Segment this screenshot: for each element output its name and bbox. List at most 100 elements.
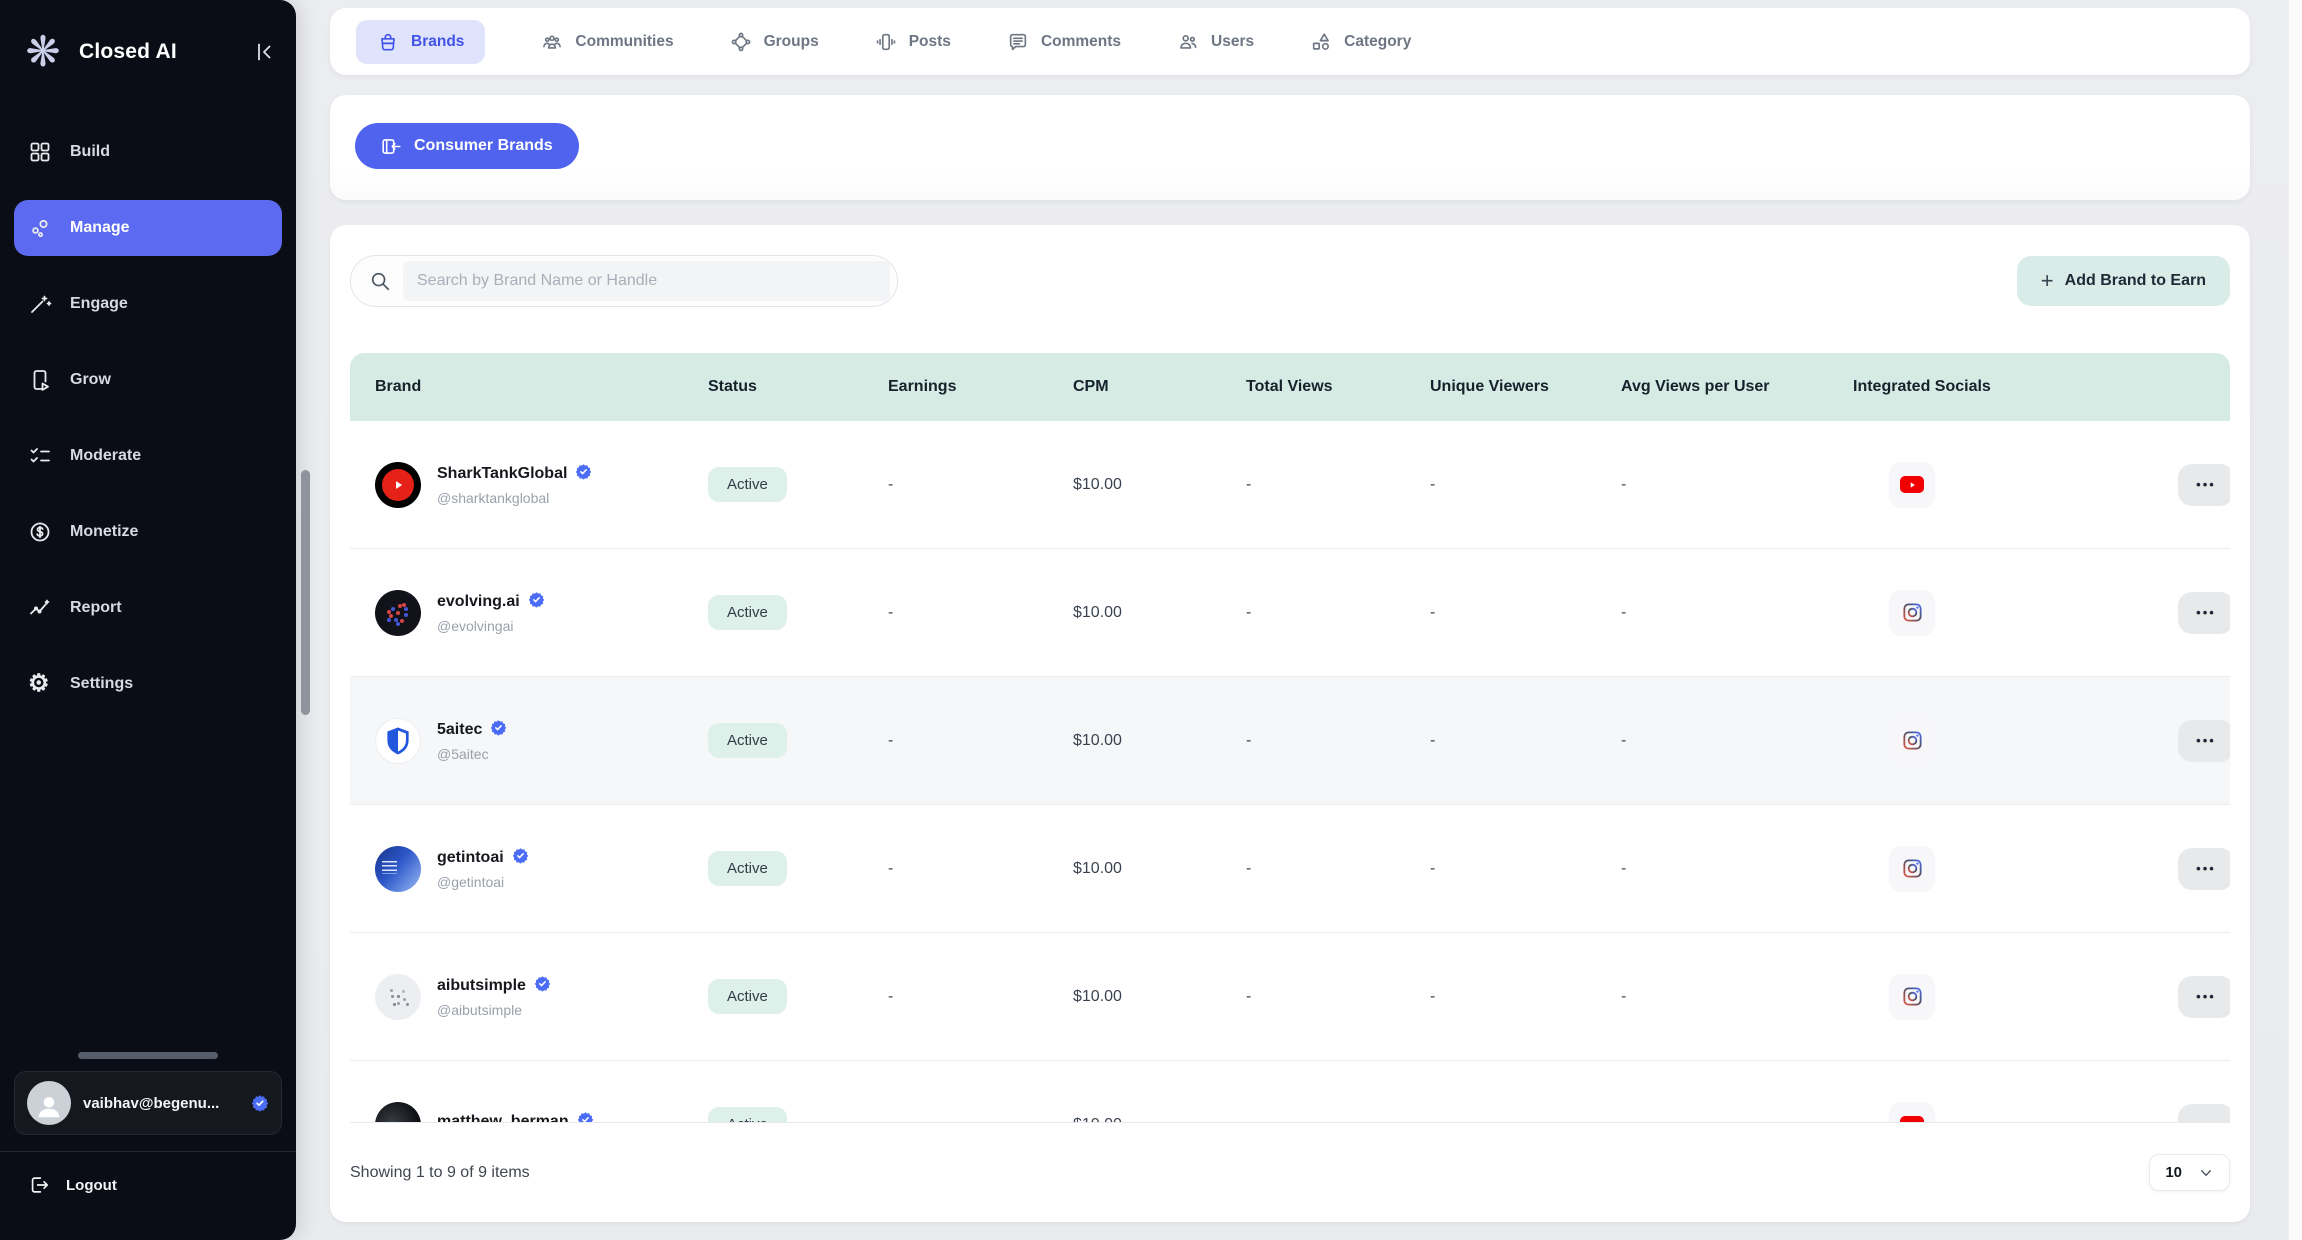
status-badge: Active	[708, 723, 787, 758]
tab-communities[interactable]: Communities	[541, 31, 673, 53]
row-actions-button[interactable]: •••	[2178, 720, 2230, 762]
verified-badge-icon	[251, 1094, 269, 1112]
app-title: Closed AI	[79, 40, 177, 64]
column-header: Unique Viewers	[1430, 378, 1621, 396]
status-cell: Active	[708, 1107, 888, 1123]
wand-icon	[28, 292, 52, 316]
row-actions-button[interactable]: •••	[2178, 848, 2230, 890]
total-views-cell: -	[1246, 1116, 1430, 1124]
status-badge: Active	[708, 979, 787, 1014]
brand-name: SharkTankGlobal	[437, 465, 567, 483]
add-brand-button[interactable]: + Add Brand to Earn	[2017, 256, 2230, 306]
cpm-cell: $10.00	[1073, 476, 1246, 494]
tab-groups[interactable]: Groups	[730, 31, 819, 53]
row-actions-button[interactable]: •••	[2178, 464, 2230, 506]
avg-views-cell: -	[1621, 732, 1853, 750]
tab-posts[interactable]: Posts	[875, 31, 951, 53]
chevron-down-icon	[2198, 1165, 2214, 1181]
checklist-icon	[28, 444, 52, 468]
nodes-icon	[28, 216, 52, 240]
sidebar-nav: Build Manage Engage Grow Moderate Monetize Rep…	[0, 84, 296, 712]
sidebar-item-label: Moderate	[70, 447, 141, 465]
sidebar-header: ❋ Closed AI	[0, 0, 296, 84]
total-views-cell: -	[1246, 476, 1430, 494]
unique-viewers-cell: -	[1430, 732, 1621, 750]
plus-icon: +	[2041, 270, 2054, 292]
sidebar-item-report[interactable]: Report	[14, 580, 282, 636]
avg-views-cell: -	[1621, 476, 1853, 494]
tab-category[interactable]: Category	[1310, 31, 1411, 53]
integrated-socials-cell	[1853, 846, 2093, 892]
brand-name: matthew_berman	[437, 1113, 569, 1123]
unique-viewers-cell: -	[1430, 860, 1621, 878]
row-actions-button[interactable]: •••	[2178, 976, 2230, 1018]
column-header: Integrated Socials	[1853, 378, 2093, 396]
verified-badge-icon	[512, 847, 529, 869]
status-cell: Active	[708, 851, 888, 886]
search-input[interactable]	[403, 261, 890, 301]
sidebar: ❋ Closed AI Build Manage Engage Grow Moderat…	[0, 0, 296, 1240]
sidebar-item-monetize[interactable]: Monetize	[14, 504, 282, 560]
right-scrollbar-track[interactable]	[2288, 0, 2302, 1240]
tab-brands[interactable]: Brands	[356, 20, 485, 64]
sidebar-item-build[interactable]: Build	[14, 124, 282, 180]
consumer-brands-button[interactable]: Consumer Brands	[355, 123, 579, 169]
brand-cell: getintoai@getintoai	[350, 846, 708, 892]
sidebar-scroll-thumb[interactable]	[78, 1052, 218, 1059]
row-actions-button[interactable]: •••	[2178, 592, 2230, 634]
page-scrollbar-thumb[interactable]	[301, 470, 310, 715]
user-chip[interactable]: vaibhav@begenu...	[14, 1071, 282, 1135]
column-header: CPM	[1073, 378, 1246, 396]
status-badge: Active	[708, 595, 787, 630]
brand-name: evolving.ai	[437, 593, 520, 611]
table-row: evolving.ai@evolvingaiActive-$10.00---••…	[350, 549, 2230, 677]
instagram-icon	[1889, 846, 1935, 892]
status-cell: Active	[708, 467, 888, 502]
sidebar-item-label: Grow	[70, 371, 111, 389]
sidebar-item-grow[interactable]: Grow	[14, 352, 282, 408]
sidebar-item-label: Report	[70, 599, 122, 617]
tab-label: Category	[1344, 33, 1411, 51]
logout-button[interactable]: Logout	[0, 1152, 296, 1240]
pagination-summary: Showing 1 to 9 of 9 items	[350, 1164, 530, 1182]
brand-avatar	[375, 974, 421, 1020]
sidebar-item-label: Engage	[70, 295, 128, 313]
earnings-cell: -	[888, 604, 1073, 622]
avg-views-cell: -	[1621, 988, 1853, 1006]
column-header: Earnings	[888, 378, 1073, 396]
logout-icon	[28, 1174, 50, 1196]
sidebar-item-moderate[interactable]: Moderate	[14, 428, 282, 484]
user-avatar	[27, 1081, 71, 1125]
tab-users[interactable]: Users	[1177, 31, 1254, 53]
integrated-socials-cell	[1853, 590, 2093, 636]
instagram-icon	[1889, 974, 1935, 1020]
row-actions-button[interactable]: •••	[2178, 1104, 2230, 1124]
unique-viewers-cell: -	[1430, 988, 1621, 1006]
brand-handle: @getintoai	[437, 874, 529, 890]
cpm-cell: $10.00	[1073, 860, 1246, 878]
tab-comments[interactable]: Comments	[1007, 31, 1121, 53]
sidebar-item-engage[interactable]: Engage	[14, 276, 282, 332]
table-header-row: BrandStatusEarningsCPMTotal ViewsUnique …	[350, 353, 2230, 421]
user-email: vaibhav@begenu...	[83, 1095, 219, 1112]
brand-handle: @evolvingai	[437, 618, 545, 634]
page-size-select[interactable]: 10	[2149, 1154, 2230, 1191]
collapse-sidebar-icon[interactable]	[252, 40, 276, 64]
column-header: Avg Views per User	[1621, 378, 1853, 396]
sidebar-item-manage[interactable]: Manage	[14, 200, 282, 256]
verified-badge-icon	[528, 591, 545, 613]
table-row: 5aitec@5aitecActive-$10.00---•••	[350, 677, 2230, 805]
sidebar-item-settings[interactable]: ⚙Settings	[14, 656, 282, 712]
table-body: SharkTankGlobal@sharktankglobalActive-$1…	[350, 421, 2230, 1123]
toolbar: + Add Brand to Earn	[350, 225, 2230, 307]
sidebar-item-label: Manage	[70, 219, 130, 237]
column-header: Brand	[350, 378, 708, 396]
brand-avatar	[375, 590, 421, 636]
cpm-cell: $10.00	[1073, 988, 1246, 1006]
table-footer: Showing 1 to 9 of 9 items 10	[350, 1123, 2230, 1222]
integrated-socials-cell	[1853, 718, 2093, 764]
status-cell: Active	[708, 723, 888, 758]
status-badge: Active	[708, 1107, 787, 1123]
column-header: Status	[708, 378, 888, 396]
unique-viewers-cell: -	[1430, 604, 1621, 622]
